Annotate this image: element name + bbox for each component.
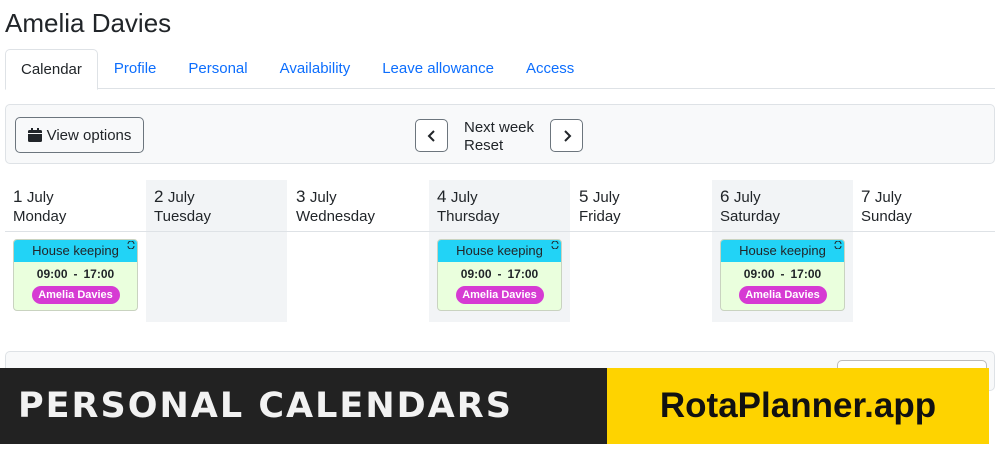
shift-title: House keeping (739, 243, 826, 258)
shift-card[interactable]: House keeping 09:00-17:00 Amelia Davies (437, 239, 562, 311)
shift-card[interactable]: House keeping 09:00-17:00 Amelia Davies (720, 239, 845, 311)
shift-time: 09:00-17:00 (14, 266, 137, 282)
day-header: 7 July Sunday (861, 187, 912, 226)
shift-time: 09:00-17:00 (438, 266, 561, 282)
day-number: 5 (579, 187, 589, 206)
shift-header: House keeping (721, 240, 844, 262)
shift-header: House keeping (14, 240, 137, 262)
day-column-sunday: 7 July Sunday (853, 180, 994, 322)
tab-leave-allowance[interactable]: Leave allowance (366, 49, 510, 89)
day-name: Sunday (861, 208, 912, 225)
shift-time: 09:00-17:00 (721, 266, 844, 282)
shift-end: 17:00 (790, 267, 822, 281)
tab-profile[interactable]: Profile (98, 49, 173, 89)
day-name: Friday (579, 208, 621, 225)
tab-personal[interactable]: Personal (172, 49, 263, 89)
day-header: 4 July Thursday (437, 187, 500, 226)
repeat-icon (551, 241, 559, 249)
day-month: July (450, 189, 478, 206)
day-name: Thursday (437, 208, 500, 225)
day-month: July (26, 189, 54, 206)
page-title: Amelia Davies (5, 8, 172, 38)
day-column-wednesday: 3 July Wednesday (288, 180, 429, 322)
week-calendar: 1 July Monday House keeping 09:00-17:00 … (5, 180, 995, 322)
view-options-button[interactable]: View options (15, 117, 144, 153)
time-separator: - (497, 267, 502, 281)
promo-banner-brand: RotaPlanner.app (607, 368, 989, 444)
day-header: 1 July Monday (13, 187, 66, 226)
assigned-person-badge: Amelia Davies (31, 286, 120, 304)
shift-title: House keeping (456, 243, 543, 258)
shift-start: 09:00 (36, 267, 68, 281)
day-header: 6 July Saturday (720, 187, 780, 226)
assigned-person-badge: Amelia Davies (738, 286, 827, 304)
day-month: July (309, 189, 337, 206)
shift-start: 09:00 (460, 267, 492, 281)
week-navigation: Next week Reset (464, 119, 534, 155)
day-number: 4 (437, 187, 447, 206)
promo-banner-title: PERSONAL CALENDARS (0, 368, 607, 444)
shift-end: 17:00 (507, 267, 539, 281)
repeat-icon (834, 241, 842, 249)
day-month: July (592, 189, 620, 206)
day-name: Monday (13, 208, 67, 225)
next-week-button[interactable] (550, 119, 583, 152)
calendar-icon (27, 128, 42, 142)
day-column-saturday: 6 July Saturday House keeping 09:00-17:0… (712, 180, 853, 322)
reset-link[interactable]: Reset (464, 137, 534, 155)
shift-card[interactable]: House keeping 09:00-17:00 Amelia Davies (13, 239, 138, 311)
day-column-friday: 5 July Friday (571, 180, 712, 322)
tab-availability[interactable]: Availability (264, 49, 367, 89)
day-name: Saturday (720, 208, 781, 225)
day-month: July (733, 189, 761, 206)
profile-tabs: Calendar Profile Personal Availability L… (5, 49, 995, 90)
shift-end: 17:00 (83, 267, 115, 281)
calendar-toolbar: View options Next week Reset (5, 104, 995, 164)
day-number: 2 (154, 187, 164, 206)
day-number: 3 (296, 187, 306, 206)
day-number: 1 (13, 187, 23, 206)
day-header: 5 July Friday (579, 187, 621, 226)
chevron-right-icon (563, 129, 571, 142)
day-number: 7 (861, 187, 871, 206)
next-week-link[interactable]: Next week (464, 119, 534, 137)
assigned-person-badge: Amelia Davies (455, 286, 544, 304)
shift-header: House keeping (438, 240, 561, 262)
day-column-tuesday: 2 July Tuesday (146, 180, 287, 322)
chevron-left-icon (427, 129, 435, 142)
day-header: 2 July Tuesday (154, 187, 211, 226)
previous-week-button[interactable] (415, 119, 448, 152)
tab-calendar[interactable]: Calendar (5, 49, 98, 90)
repeat-icon (127, 241, 135, 249)
time-separator: - (73, 267, 78, 281)
shift-start: 09:00 (743, 267, 775, 281)
day-month: July (167, 189, 195, 206)
day-name: Tuesday (154, 208, 211, 225)
day-month: July (874, 189, 902, 206)
day-column-monday: 1 July Monday House keeping 09:00-17:00 … (5, 180, 146, 322)
day-header: 3 July Wednesday (296, 187, 375, 226)
day-column-thursday: 4 July Thursday House keeping 09:00-17:0… (429, 180, 570, 322)
day-number: 6 (720, 187, 730, 206)
tab-access[interactable]: Access (510, 49, 590, 89)
day-name: Wednesday (296, 208, 375, 225)
header-divider (5, 231, 995, 232)
shift-title: House keeping (32, 243, 119, 258)
time-separator: - (780, 267, 785, 281)
view-options-label: View options (46, 126, 132, 144)
